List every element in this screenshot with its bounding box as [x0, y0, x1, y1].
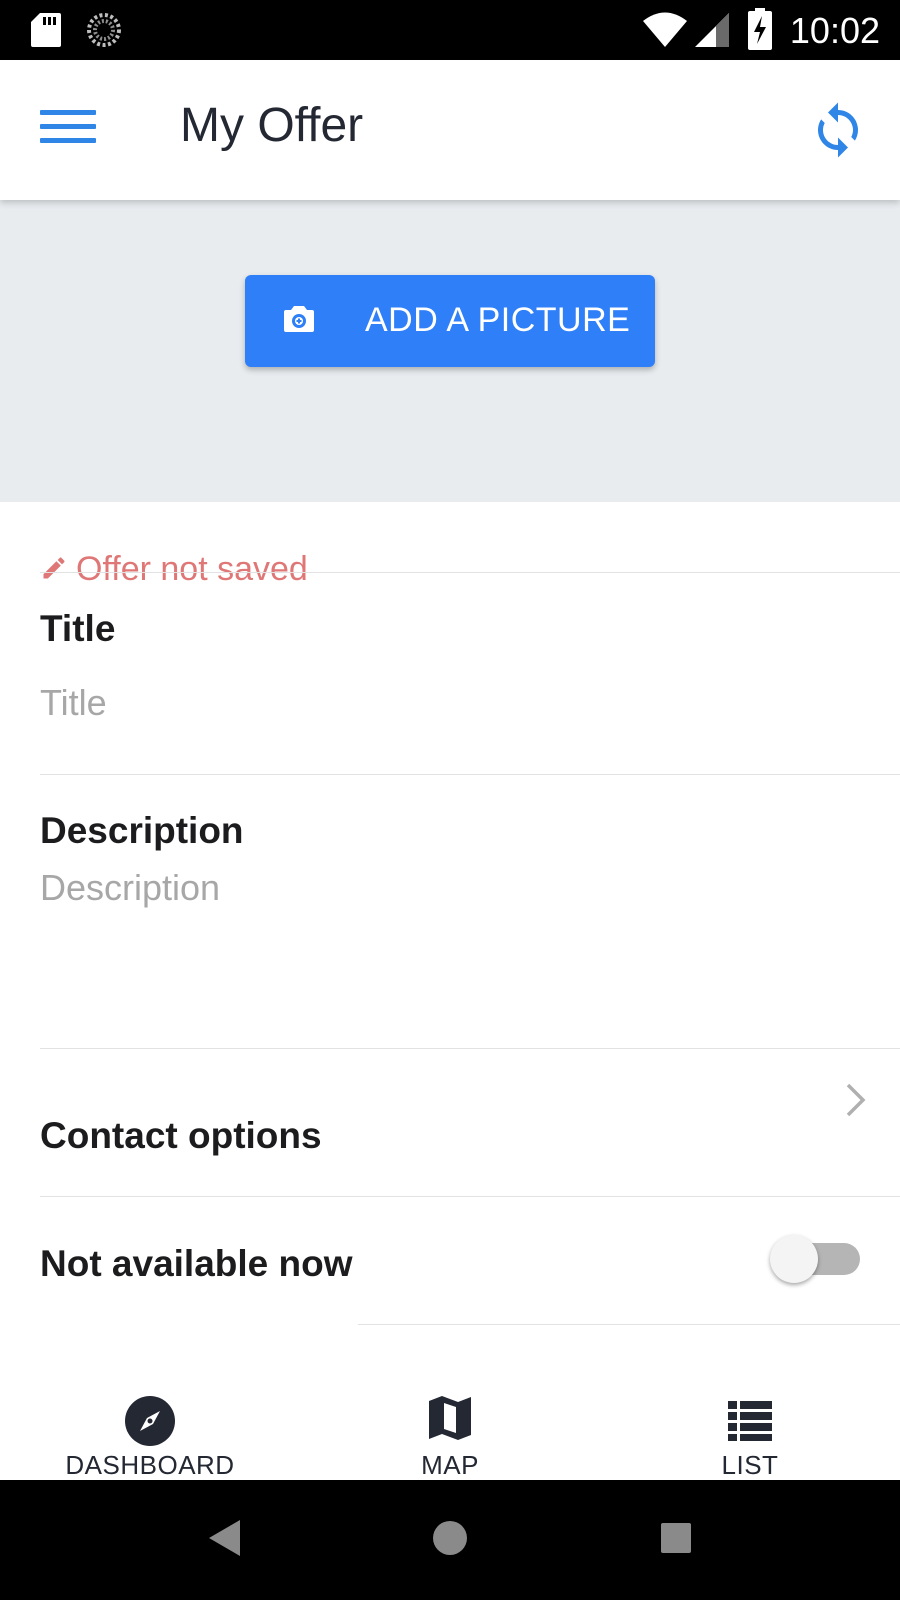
tab-list-label: LIST	[721, 1450, 779, 1480]
toggle-knob	[770, 1235, 818, 1283]
compass-icon	[125, 1396, 175, 1446]
app-screen: My Offer ADD A PICTURE Offer not saved T…	[0, 60, 900, 1480]
status-bar: 10:02	[0, 0, 900, 60]
divider	[40, 774, 900, 775]
photo-area: ADD A PICTURE	[0, 200, 900, 502]
tab-list[interactable]: LIST	[600, 1395, 900, 1480]
refresh-icon[interactable]	[808, 100, 868, 160]
hamburger-menu-icon[interactable]	[36, 104, 96, 154]
status-time: 10:02	[789, 10, 880, 51]
home-icon[interactable]	[432, 1518, 468, 1558]
sd-card-icon	[31, 13, 61, 47]
not-available-label: Not available now	[40, 1243, 353, 1284]
not-available-row: Not available now	[40, 1197, 900, 1325]
chevron-right-icon	[846, 1083, 866, 1117]
wifi-icon	[643, 12, 687, 47]
divider	[358, 1324, 900, 1325]
tab-dashboard[interactable]: DASHBOARD	[0, 1395, 300, 1480]
save-status-text: Offer not saved	[76, 550, 308, 588]
contact-options-row[interactable]: Contact options	[40, 1060, 900, 1190]
add-picture-button[interactable]: ADD A PICTURE	[245, 275, 655, 367]
map-icon	[429, 1396, 471, 1440]
divider	[40, 1048, 900, 1049]
not-available-toggle[interactable]	[770, 1231, 860, 1287]
back-icon[interactable]	[206, 1518, 242, 1558]
battery-charging-icon	[748, 8, 772, 50]
add-picture-label: ADD A PICTURE	[365, 301, 631, 339]
camera-icon	[284, 306, 314, 332]
title-label: Title	[40, 608, 116, 649]
system-nav-bar	[0, 1480, 900, 1600]
list-icon	[728, 1401, 772, 1441]
app-bar: My Offer	[0, 60, 900, 200]
pencil-icon	[43, 557, 65, 579]
recents-icon[interactable]	[659, 1518, 693, 1558]
page-title: My Offer	[180, 99, 364, 152]
tab-dashboard-label: DASHBOARD	[65, 1450, 235, 1480]
signal-icon	[695, 13, 729, 47]
contact-options-label: Contact options	[40, 1115, 322, 1156]
tab-map[interactable]: MAP	[300, 1395, 600, 1480]
bottom-tab-bar: DASHBOARD MAP LIST	[0, 1395, 900, 1480]
title-input[interactable]	[40, 678, 860, 728]
description-input[interactable]	[40, 867, 860, 1017]
loading-icon	[87, 13, 121, 47]
divider	[40, 572, 900, 573]
description-label: Description	[40, 810, 244, 851]
tab-map-label: MAP	[421, 1450, 479, 1480]
